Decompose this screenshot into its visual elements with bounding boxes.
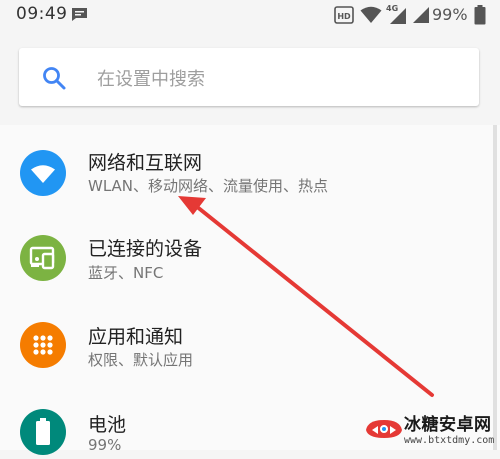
settings-item-connected-devices[interactable]: 已连接的设备 蓝牙、NFC [0,216,490,304]
watermark-logo-icon [366,420,402,438]
status-bar: 09:49 HD 4G 99% [0,0,500,30]
battery-icon [20,409,66,455]
apps-grid-icon [20,322,66,368]
hd-icon: HD [334,6,354,24]
watermark-title: 冰糖安卓网 [404,415,492,435]
svg-text:HD: HD [337,12,351,21]
settings-item-apps-notifications[interactable]: 应用和通知 权限、默认应用 [0,304,490,392]
battery-icon [474,5,486,25]
watermark-url: www.btxtdmy.com [404,435,495,446]
settings-item-title: 电池 [88,414,127,436]
wifi-icon [20,150,66,196]
settings-item-title: 已连接的设备 [88,238,203,260]
search-input[interactable]: 在设置中搜索 [97,65,205,91]
settings-item-subtitle: 权限、默认应用 [88,351,194,369]
wifi-icon [360,6,382,23]
search-bar[interactable]: 在设置中搜索 [19,48,479,106]
scrollbar[interactable] [493,125,497,450]
watermark: 冰糖安卓网 www.btxtdmy.com [360,404,500,450]
settings-item-subtitle: WLAN、移动网络、流量使用、热点 [88,177,329,195]
message-icon [72,8,87,21]
settings-item-network[interactable]: 网络和互联网 WLAN、移动网络、流量使用、热点 [0,128,490,216]
cell-4g-icon: 4G [384,4,410,26]
cell-signal-icon [413,7,429,23]
settings-item-title: 应用和通知 [88,326,184,348]
settings-item-title: 网络和互联网 [88,152,203,174]
search-icon[interactable] [41,65,67,91]
settings-item-subtitle: 99% [88,436,122,454]
settings-item-subtitle: 蓝牙、NFC [88,264,164,282]
battery-percent: 99% [432,5,468,24]
devices-icon [20,235,66,281]
status-time: 09:49 [16,4,68,24]
